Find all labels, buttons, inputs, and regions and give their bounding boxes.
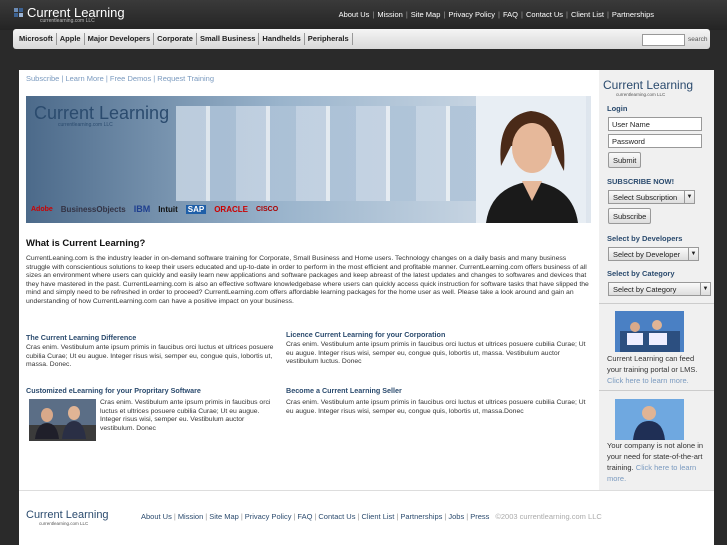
footer-nav-mission[interactable]: Mission xyxy=(176,512,205,521)
developer-select-value: Select by Developer xyxy=(613,250,681,259)
footer-nav-about[interactable]: About Us xyxy=(139,512,174,521)
footer-nav-faq[interactable]: FAQ xyxy=(295,512,314,521)
username-field[interactable]: User Name xyxy=(608,117,702,131)
footer-logo[interactable]: Current Learning currentlearning.com LLC xyxy=(26,509,109,526)
section-body-difference: Cras enim. Vestibulum ante ipsum primis … xyxy=(26,344,274,368)
subscribe-button[interactable]: Subscribe xyxy=(608,208,652,224)
footer-nav-partnerships[interactable]: Partnerships xyxy=(398,512,444,521)
banner-brand-name: Current Learning xyxy=(34,103,170,123)
footer-nav-clients[interactable]: Client List xyxy=(359,512,396,521)
menu-corporate[interactable]: Corporate xyxy=(154,33,197,45)
promo-state-of-art: Your company is not alone in your need f… xyxy=(607,440,707,484)
section-title-licence[interactable]: Licence Current Learning for your Corpor… xyxy=(286,330,445,339)
menu-small-business[interactable]: Small Business xyxy=(197,33,260,45)
partner-businessobjects: BusinessObjects xyxy=(60,204,126,214)
sub-nav[interactable]: Subscribe | Learn More | Free Demos | Re… xyxy=(26,74,214,83)
state-of-art-training-photo[interactable] xyxy=(615,399,684,440)
chevron-down-icon: ▼ xyxy=(700,283,710,295)
promo-lms-link[interactable]: Click here to learn more. xyxy=(607,376,689,385)
promo-lms-text: Current Learning can feed your training … xyxy=(607,354,698,374)
password-field[interactable]: Password xyxy=(608,134,702,148)
sidebar-brand-name: Current Learning xyxy=(603,78,694,92)
top-nav-clients[interactable]: Client List xyxy=(568,10,607,19)
category-menu: Microsoft Apple Major Developers Corpora… xyxy=(13,29,710,49)
sidebar-divider xyxy=(599,390,714,391)
hero-banner: Current Learning currentlearning.com LLC… xyxy=(26,96,591,223)
sidebar-brand-sub: currentlearning.com LLC xyxy=(616,92,666,97)
subscription-select[interactable]: Select Subscription ▼ xyxy=(608,190,695,204)
page-title: What is Current Learning? xyxy=(26,238,146,249)
banner-logo: Current Learning currentlearning.com LLC xyxy=(34,104,169,128)
menu-microsoft[interactable]: Microsoft xyxy=(16,33,57,45)
footer-nav-press[interactable]: Press xyxy=(468,512,491,521)
partner-intuit: Intuit xyxy=(158,204,178,214)
top-header: Current Learning currentlearning.com LLC… xyxy=(0,0,727,30)
section-body-seller: Cras enim. Vestibulum ante ipsum primis … xyxy=(286,399,586,415)
partner-logos: Adobe BusinessObjects IBM Intuit SAP ORA… xyxy=(31,204,278,214)
section-title-customized[interactable]: Customized eLearning for your Propritary… xyxy=(26,386,201,395)
footer: Current Learning currentlearning.com LLC… xyxy=(19,490,714,545)
developer-select[interactable]: Select by Developer ▼ xyxy=(608,247,699,261)
partner-adobe: Adobe xyxy=(31,205,53,213)
footer-brand-name: Current Learning xyxy=(26,509,109,521)
sidebar-divider xyxy=(599,303,714,304)
category-label: Select by Category xyxy=(607,269,675,278)
partner-oracle: ORACLE xyxy=(214,204,248,214)
footer-nav-jobs[interactable]: Jobs xyxy=(446,512,466,521)
top-nav-mission[interactable]: Mission xyxy=(374,10,405,19)
partner-ibm: IBM xyxy=(133,204,151,214)
footer-nav-privacy[interactable]: Privacy Policy xyxy=(243,512,294,521)
footer-brand-sub: currentlearning.com LLC xyxy=(39,521,89,526)
business-meeting-photo xyxy=(29,399,96,441)
section-body-customized: Cras enim. Vestibulum ante ipsum primis … xyxy=(100,399,271,432)
search-button[interactable]: search xyxy=(688,36,708,43)
footer-nav-sitemap[interactable]: Site Map xyxy=(207,512,241,521)
page-content: Subscribe | Learn More | Free Demos | Re… xyxy=(19,70,714,490)
chevron-down-icon: ▼ xyxy=(684,191,694,203)
category-select[interactable]: Select by Category ▼ xyxy=(608,282,711,296)
top-nav-faq[interactable]: FAQ xyxy=(500,10,521,19)
top-nav-partnerships[interactable]: Partnerships xyxy=(609,10,657,19)
menu-handhelds[interactable]: Handhelds xyxy=(259,33,305,45)
section-title-seller[interactable]: Become a Current Learning Seller xyxy=(286,386,402,395)
partner-cisco: CISCO xyxy=(255,205,279,213)
top-nav-about[interactable]: About Us xyxy=(336,10,373,19)
footer-nav-contact[interactable]: Contact Us xyxy=(316,512,357,521)
subscription-select-value: Select Subscription xyxy=(613,193,678,202)
partner-sap: SAP xyxy=(185,204,207,214)
submit-button[interactable]: Submit xyxy=(608,152,642,168)
login-label: Login xyxy=(607,104,628,113)
menu-peripherals[interactable]: Peripherals xyxy=(305,33,353,45)
sidebar: Current Learning currentlearning.com LLC… xyxy=(599,70,714,490)
footer-nav: About Us | Mission | Site Map | Privacy Pol… xyxy=(139,512,602,521)
sidebar-logo: Current Learning currentlearning.com LLC xyxy=(603,78,693,97)
promo-lms: Current Learning can feed your training … xyxy=(607,353,707,386)
spokeswoman-photo xyxy=(476,96,586,223)
category-select-value: Select by Category xyxy=(613,285,677,294)
training-portal-photo[interactable] xyxy=(615,311,684,352)
chevron-down-icon: ▼ xyxy=(688,248,698,260)
section-body-licence: Cras enim. Vestibulum ante ipsum primis … xyxy=(286,341,586,365)
top-nav-sitemap[interactable]: Site Map xyxy=(408,10,444,19)
developers-label: Select by Developers xyxy=(607,234,683,243)
search-input[interactable] xyxy=(642,34,685,46)
menu-apple[interactable]: Apple xyxy=(57,33,85,45)
top-nav-privacy[interactable]: Privacy Policy xyxy=(445,10,498,19)
top-nav-contact[interactable]: Contact Us xyxy=(523,10,566,19)
logo-mark-icon xyxy=(14,8,24,18)
section-title-difference[interactable]: The Current Learning Difference xyxy=(26,333,136,342)
top-nav: About Us | Mission | Site Map | Privacy Pol… xyxy=(336,10,657,19)
intro-paragraph: CurrentLeaning.com is the industry leade… xyxy=(26,255,589,305)
subscribe-label: SUBSCRIBE NOW! xyxy=(607,177,675,186)
menu-major-developers[interactable]: Major Developers xyxy=(85,33,155,45)
brand-logo[interactable]: Current Learning currentlearning.com LLC xyxy=(14,6,125,24)
copyright: ©2003 currentlearning.com LLC xyxy=(495,512,602,521)
